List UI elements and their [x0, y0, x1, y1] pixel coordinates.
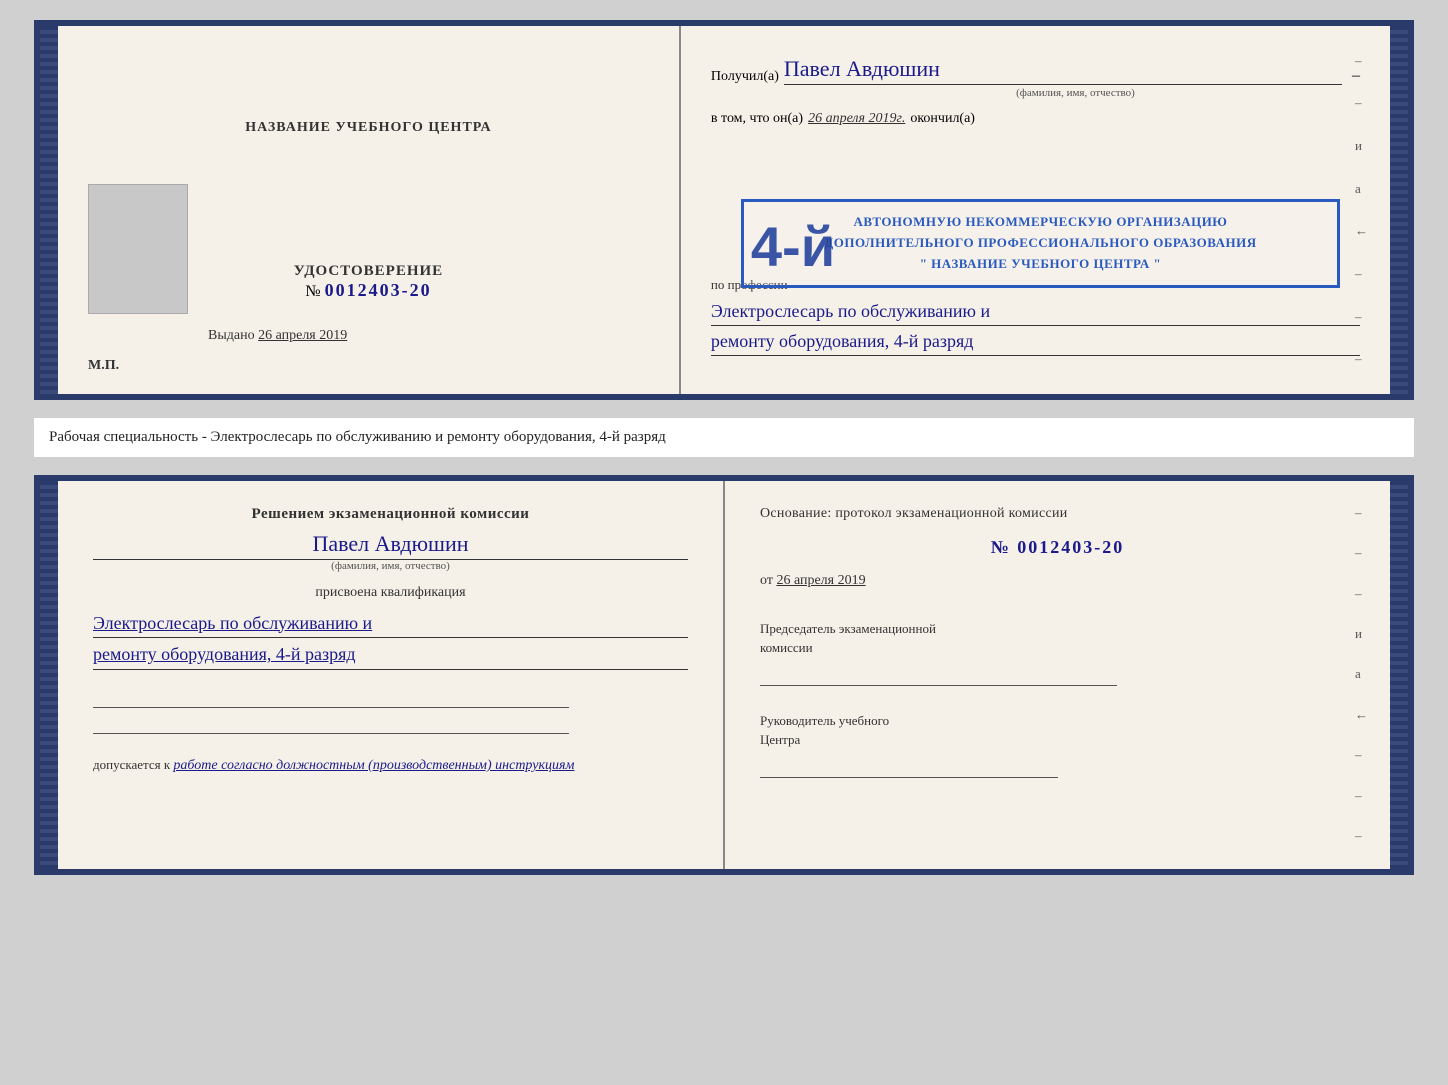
dash1: –	[1355, 53, 1368, 69]
mp-label: М.П.	[88, 358, 119, 374]
vtom-block: в том, что он(а) 26 апреля 2019г. окончи…	[711, 111, 1360, 127]
chairman-line2: комиссии	[760, 638, 1355, 658]
vtom-date: 26 апреля 2019г.	[808, 111, 905, 127]
doc-right-panel: Получил(а) Павел Авдюшин – (фамилия, имя…	[681, 26, 1390, 394]
org-line2: ДОПОЛНИТЕЛЬНОГО ПРОФЕССИОНАЛЬНОГО ОБРАЗО…	[759, 233, 1322, 254]
bmark7: –	[1355, 747, 1368, 763]
vtom-prefix: в том, что он(а)	[711, 111, 803, 127]
dash3: –	[1355, 266, 1368, 282]
director-line2: Центра	[760, 730, 1355, 750]
stamp-area: 4-й АВТОНОМНУЮ НЕКОММЕРЧЕСКУЮ ОРГАНИЗАЦИ…	[711, 139, 1360, 259]
bottom-person-name: Павел Авдюшин	[93, 531, 688, 560]
protocol-date: 26 апреля 2019	[776, 573, 865, 588]
recipient-block: Получил(а) Павел Авдюшин – (фамилия, имя…	[711, 46, 1360, 99]
bottom-spine-right	[1390, 481, 1408, 869]
допускается-prefix: допускается к	[93, 757, 170, 772]
основание-label: Основание: протокол экзаменационной коми…	[760, 506, 1355, 522]
signature-lines	[93, 688, 688, 734]
doc-spine-right	[1390, 26, 1408, 394]
photo-placeholder	[88, 184, 188, 314]
vtom-finished: окончил(а)	[910, 111, 975, 127]
recipient-label: Получил(а)	[711, 69, 779, 85]
dash5: –	[1355, 351, 1368, 367]
recipient-line: Получил(а) Павел Авдюшин –	[711, 56, 1360, 85]
cert-number-block: УДОСТОВЕРЕНИЕ № 0012403-20	[294, 263, 444, 301]
chairman-line1: Председатель экзаменационной	[760, 619, 1355, 639]
bottom-spine-left	[40, 481, 58, 869]
dash2: –	[1355, 95, 1368, 111]
bmark1: –	[1355, 505, 1368, 521]
recipient-subtitle: (фамилия, имя, отчество)	[791, 87, 1360, 99]
cert-number-line: № 0012403-20	[294, 280, 444, 301]
right-side-dashes: – – и а ← – – –	[1355, 26, 1368, 394]
bmark2: –	[1355, 545, 1368, 561]
mark-arrow: ←	[1355, 223, 1368, 239]
chairman-block: Председатель экзаменационной комиссии	[760, 619, 1355, 686]
director-block: Руководитель учебного Центра	[760, 711, 1355, 778]
doc-spine-left	[40, 26, 58, 394]
bottom-document: Решением экзаменационной комиссии Павел …	[34, 475, 1414, 875]
profession-block: по профессии Электрослесарь по обслужива…	[711, 276, 1360, 356]
issued-block: Выдано 26 апреля 2019	[208, 328, 347, 344]
top-document: НАЗВАНИЕ УЧЕБНОГО ЦЕНТРА УДОСТОВЕРЕНИЕ №…	[34, 20, 1414, 400]
bottom-left-panel: Решением экзаменационной комиссии Павел …	[58, 481, 725, 869]
org-line1: АВТОНОМНУЮ НЕКОММЕРЧЕСКУЮ ОРГАНИЗАЦИЮ	[759, 212, 1322, 233]
recipient-name: Павел Авдюшин	[784, 56, 1342, 85]
profession-label: по профессии	[711, 277, 788, 292]
mark-i: и	[1355, 138, 1368, 154]
cert-number-prefix: №	[305, 283, 320, 300]
cert-label: УДОСТОВЕРЕНИЕ	[294, 263, 444, 280]
допускается-block: допускается к работе согласно должностны…	[93, 757, 688, 774]
org-name: " НАЗВАНИЕ УЧЕБНОГО ЦЕНТРА "	[759, 254, 1322, 275]
bmark8: –	[1355, 788, 1368, 804]
protocol-number: № 0012403-20	[760, 537, 1355, 558]
bmark3: –	[1355, 586, 1368, 602]
bottom-right-panel: Основание: протокол экзаменационной коми…	[725, 481, 1390, 869]
assigned-label: присвоена квалификация	[93, 585, 688, 601]
director-signature	[760, 758, 1058, 778]
qualification-line2: ремонту оборудования, 4-й разряд	[93, 640, 688, 670]
chairman-signature	[760, 666, 1117, 686]
bmark6: ←	[1355, 707, 1368, 723]
big-number-overlay: 4-й	[751, 219, 835, 275]
допускается-value: работе согласно должностным (производств…	[173, 758, 574, 773]
cert-number: 0012403-20	[325, 280, 432, 300]
mark-a: а	[1355, 181, 1368, 197]
bottom-side-marks: – – – и а ← – – –	[1355, 481, 1368, 869]
bmark5: а	[1355, 666, 1368, 682]
director-line1: Руководитель учебного	[760, 711, 1355, 731]
sig-line-1	[93, 688, 569, 708]
qualification-block: Электрослесарь по обслуживанию и ремонту…	[93, 609, 688, 671]
profession-line1: Электрослесарь по обслуживанию и	[711, 298, 1360, 326]
profession-line2: ремонту оборудования, 4-й разряд	[711, 328, 1360, 356]
dash4: –	[1355, 309, 1368, 325]
bmark4: и	[1355, 626, 1368, 642]
bottom-person-block: Павел Авдюшин (фамилия, имя, отчество)	[93, 531, 688, 572]
page-wrapper: НАЗВАНИЕ УЧЕБНОГО ЦЕНТРА УДОСТОВЕРЕНИЕ №…	[34, 20, 1414, 875]
protocol-date-block: от 26 апреля 2019	[760, 573, 1355, 589]
doc-left-panel: НАЗВАНИЕ УЧЕБНОГО ЦЕНТРА УДОСТОВЕРЕНИЕ №…	[58, 26, 681, 394]
org-title-left: НАЗВАНИЕ УЧЕБНОГО ЦЕНТРА	[245, 120, 491, 136]
commission-title: Решением экзаменационной комиссии	[93, 506, 688, 523]
middle-text: Рабочая специальность - Электрослесарь п…	[34, 418, 1414, 457]
issued-date: 26 апреля 2019	[258, 328, 347, 343]
protocol-date-prefix: от	[760, 573, 773, 588]
qualification-line1: Электрослесарь по обслуживанию и	[93, 609, 688, 639]
issued-label: Выдано	[208, 328, 255, 343]
bottom-person-subtitle: (фамилия, имя, отчество)	[93, 560, 688, 572]
sig-line-2	[93, 714, 569, 734]
bmark9: –	[1355, 828, 1368, 844]
